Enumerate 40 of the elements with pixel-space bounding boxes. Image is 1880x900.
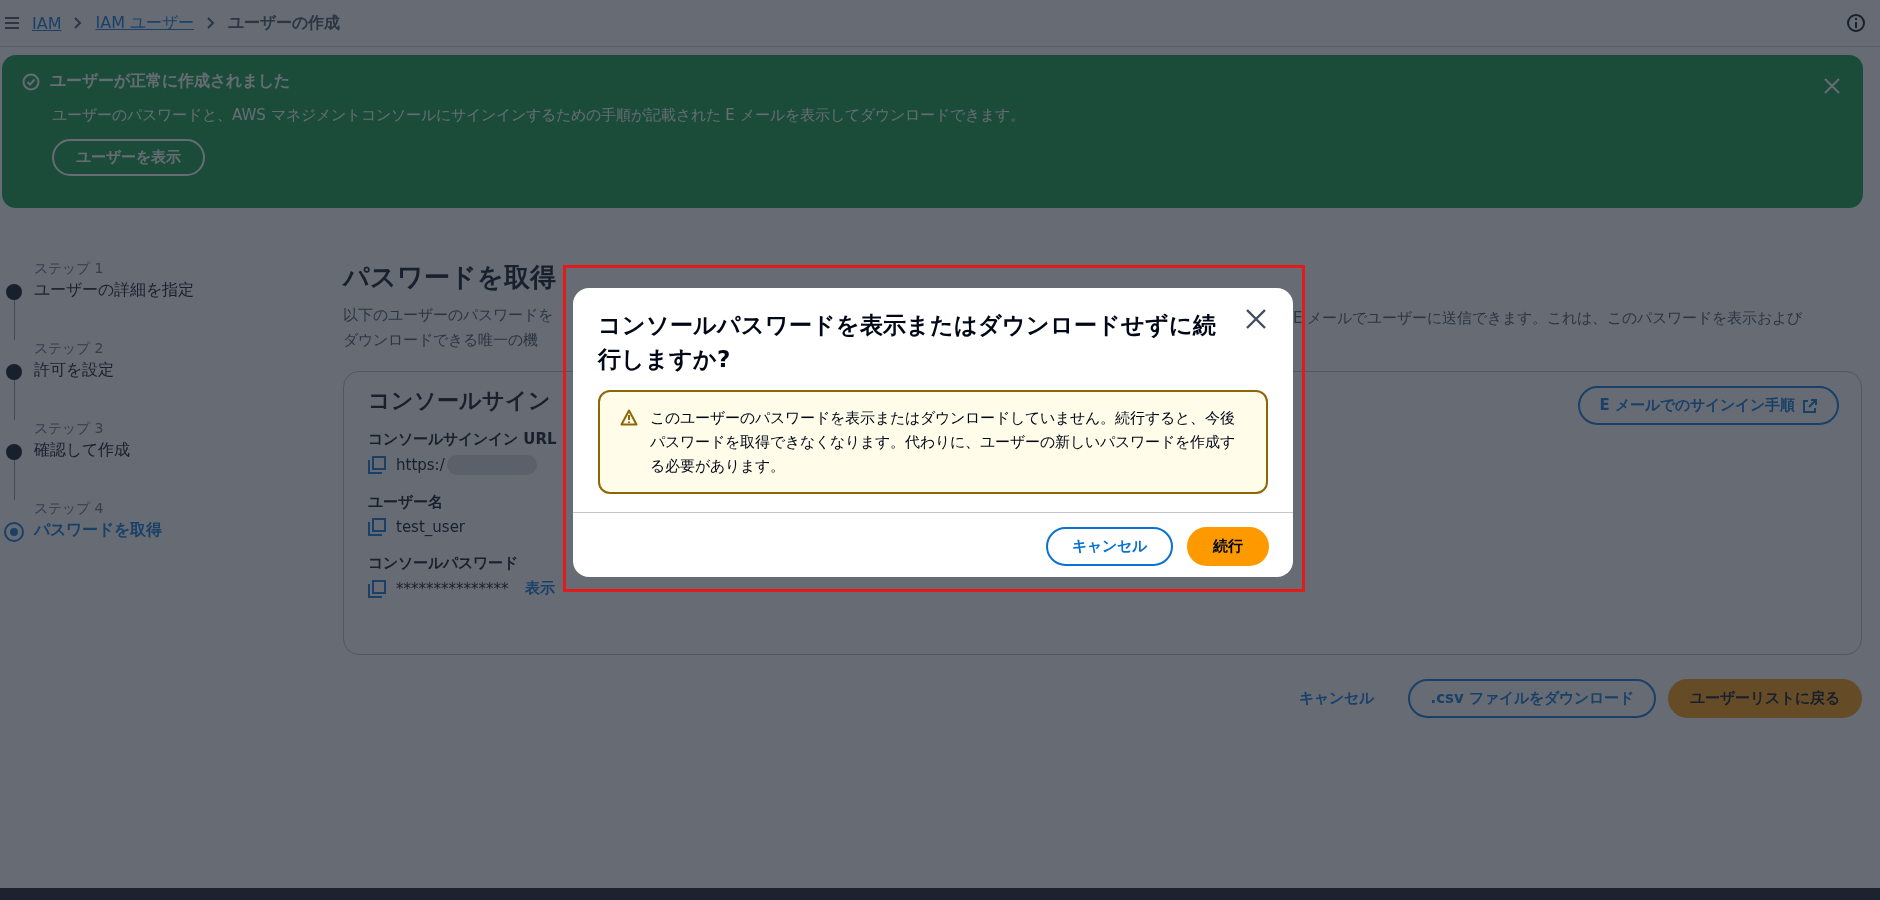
description-text: 以下のユーザーのパスワードを <box>343 305 554 326</box>
check-circle-icon <box>22 72 40 91</box>
dialog-title: コンソールパスワードを表示またはダウンロードせずに続行しますか? <box>598 311 1217 374</box>
chevron-right-icon <box>206 16 217 30</box>
warning-icon <box>620 409 638 426</box>
view-user-button[interactable]: ユーザーを表示 <box>52 139 205 176</box>
warning-text: このユーザーのパスワードを表示またはダウンロードしていません。続行すると、今後パスワードを取得できなくなります。代わりに、ユーザーの新しいパスワードを作成する必要があります。 <box>650 408 1236 477</box>
description-text: E メールでユーザーに送信できます。これは、このパスワードを表示および <box>1293 308 1804 329</box>
field-label: ユーザー名 <box>368 493 444 512</box>
close-icon[interactable] <box>1245 308 1267 330</box>
menu-icon[interactable] <box>4 16 20 30</box>
copy-icon[interactable] <box>368 518 386 536</box>
email-instructions-button[interactable]: E メールでのサインイン手順 <box>1577 386 1839 425</box>
page-heading: パスワードを取得 <box>343 261 557 294</box>
breadcrumb-current: ユーザーの作成 <box>228 12 341 34</box>
cancel-link[interactable]: キャンセル <box>1277 679 1397 718</box>
step-title[interactable]: ユーザーの詳細を指定 <box>34 280 194 301</box>
breadcrumb-link[interactable]: IAM ユーザー <box>95 12 195 34</box>
copy-icon[interactable] <box>368 456 386 474</box>
field-label: コンソールサインイン URL <box>368 430 558 449</box>
field-label: コンソールパスワード <box>368 554 519 573</box>
dialog-button[interactable]: 続行 <box>1187 527 1269 566</box>
dialog-button[interactable]: キャンセル <box>1046 527 1173 566</box>
info-icon[interactable] <box>1846 13 1866 33</box>
external-link-icon <box>1803 398 1817 413</box>
banner-message: ユーザーのパスワードと、AWS マネジメントコンソールにサインインするための手順が記載された E メールを表示してダウンロードできます。 <box>51 106 1026 125</box>
copy-icon[interactable] <box>368 579 386 598</box>
card-title: コンソールサイン <box>368 387 552 415</box>
chevron-right-icon <box>73 16 84 30</box>
field-value: test_user <box>396 518 466 536</box>
field-value: *************** <box>396 579 509 598</box>
step-title[interactable]: パスワードを取得 <box>34 520 162 541</box>
banner-title: ユーザーが正常に作成されました <box>50 71 290 92</box>
action-button[interactable]: .csv ファイルをダウンロード <box>1408 679 1656 718</box>
breadcrumb-link[interactable]: IAM <box>32 13 62 33</box>
action-button[interactable]: ユーザーリストに戻る <box>1668 679 1862 718</box>
field-value: https:/ <box>396 456 445 474</box>
step-title[interactable]: 確認して作成 <box>34 440 130 461</box>
step-title[interactable]: 許可を設定 <box>34 360 114 381</box>
show-link[interactable]: 表示 <box>524 579 555 598</box>
